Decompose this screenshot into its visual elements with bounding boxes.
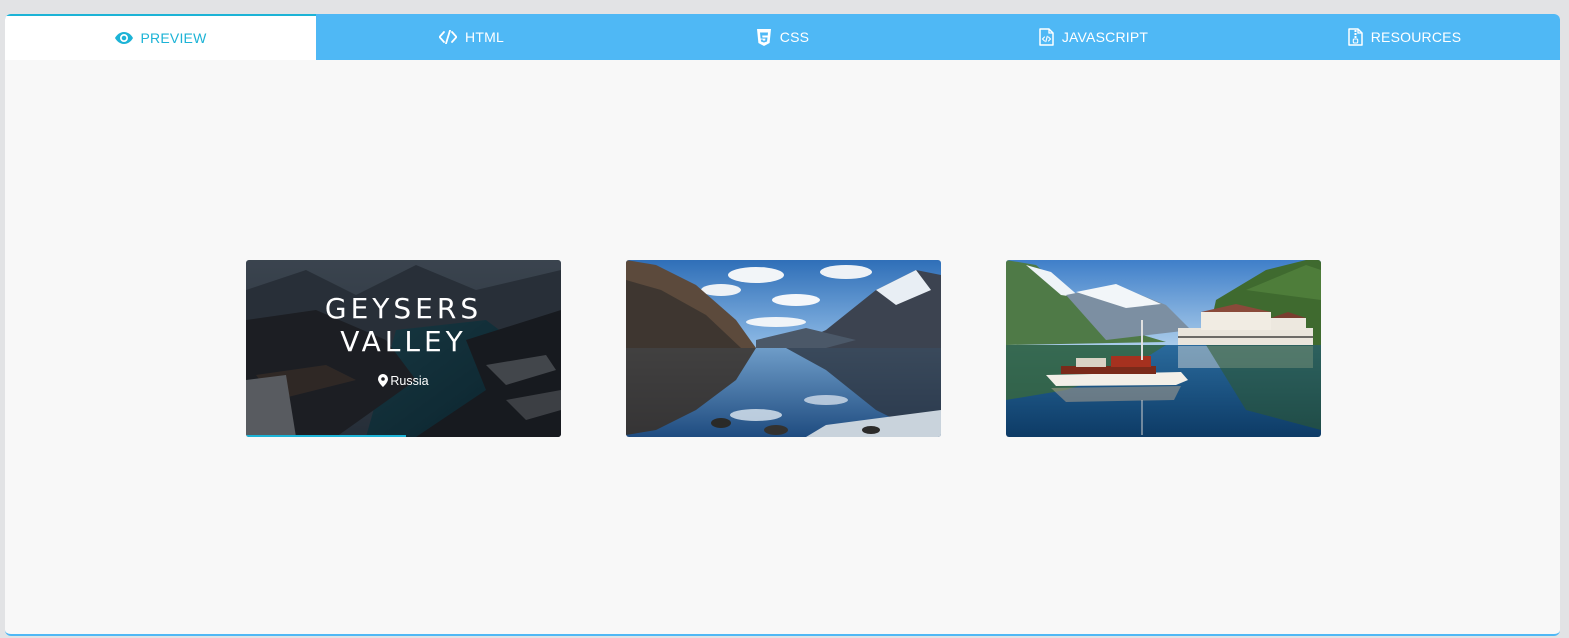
css3-icon <box>756 28 772 46</box>
tab-label: PREVIEW <box>140 30 207 46</box>
map-pin-icon <box>378 374 389 390</box>
card-title: GEYSERS VALLEY <box>246 292 561 358</box>
code-icon <box>439 30 458 44</box>
destination-card[interactable] <box>626 260 941 437</box>
fjord-boat-image <box>1006 260 1321 437</box>
tab-label: HTML <box>465 29 504 45</box>
mountain-reflection-image <box>626 260 941 437</box>
card-location-text: Russia <box>390 374 429 388</box>
tab-html[interactable]: HTML <box>316 14 627 60</box>
resources-file-icon <box>1348 28 1363 46</box>
tab-label: CSS <box>779 29 810 45</box>
js-file-icon <box>1039 28 1054 46</box>
card-progress-accent <box>246 435 406 437</box>
card-location: Russia <box>246 374 561 390</box>
tab-resources[interactable]: RESOURCES <box>1249 14 1560 60</box>
card-title-line: GEYSERS <box>324 292 483 325</box>
tab-javascript[interactable]: JAVASCRIPT <box>938 14 1249 60</box>
destination-card[interactable]: GEYSERS VALLEY Russia <box>246 260 561 437</box>
preview-stage: GEYSERS VALLEY Russia <box>5 60 1560 634</box>
preview-window: PREVIEW HTML CSS JAVASCRIPT RESOURCES GE… <box>5 14 1560 636</box>
eye-icon <box>114 32 133 44</box>
tab-label: JAVASCRIPT <box>1061 29 1149 45</box>
tab-label: RESOURCES <box>1370 29 1462 45</box>
editor-tabbar: PREVIEW HTML CSS JAVASCRIPT RESOURCES <box>5 14 1560 60</box>
tab-preview[interactable]: PREVIEW <box>5 14 316 60</box>
destination-card[interactable] <box>1006 260 1321 437</box>
card-title-line: VALLEY <box>340 325 467 358</box>
tab-css[interactable]: CSS <box>627 14 938 60</box>
